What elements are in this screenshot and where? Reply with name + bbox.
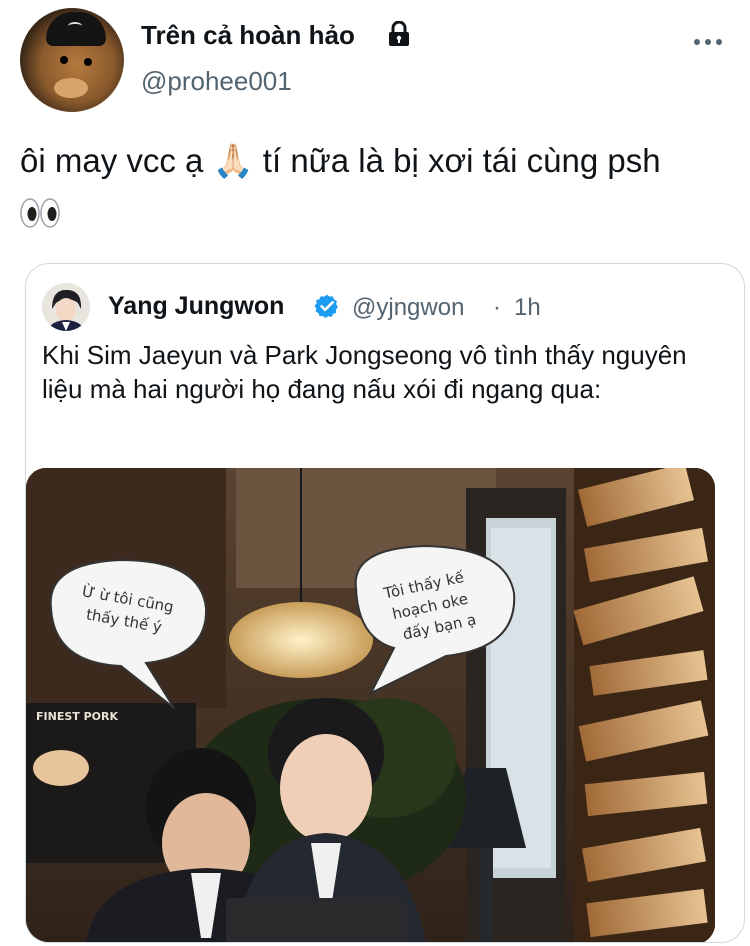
author-avatar[interactable] — [20, 8, 124, 112]
quote-tweet-card[interactable]: Yang Jungwon @yjngwon · 1h Khi Sim Jaeyu… — [25, 263, 745, 943]
author-display-name[interactable]: Trên cả hoàn hảo — [141, 20, 355, 51]
author-handle[interactable]: @prohee001 — [141, 66, 292, 97]
eye-graphic — [60, 56, 68, 64]
lock-icon — [389, 21, 409, 46]
tweet-text: ôi may vcc ạ 🙏🏻 tí nữa là bị xơi tái cùn… — [20, 142, 661, 179]
cap-logo-graphic — [68, 22, 82, 30]
separator-dot: · — [493, 294, 501, 321]
verified-badge-icon — [314, 294, 338, 319]
quoted-author-avatar[interactable] — [42, 283, 90, 331]
hand-graphic — [54, 78, 88, 98]
quote-timestamp[interactable]: 1h — [514, 294, 541, 322]
eye-graphic — [84, 58, 92, 66]
eyes-emoji — [20, 198, 60, 228]
quoted-tweet-image[interactable]: FINEST PORK Ừ ừ tôi cũng thấy thế ý Tôi … — [26, 468, 715, 942]
meme-illustration: FINEST PORK Ừ ừ tôi cũng thấy thế ý Tôi … — [26, 468, 715, 942]
menu-board-sign: FINEST PORK — [36, 710, 118, 723]
quoted-author-name[interactable]: Yang Jungwon — [108, 292, 284, 321]
quoted-tweet-text: Khi Sim Jaeyun và Park Jongseong vô tình… — [42, 340, 687, 404]
more-icon[interactable] — [694, 36, 724, 48]
quoted-author-handle[interactable]: @yjngwon — [352, 294, 464, 322]
